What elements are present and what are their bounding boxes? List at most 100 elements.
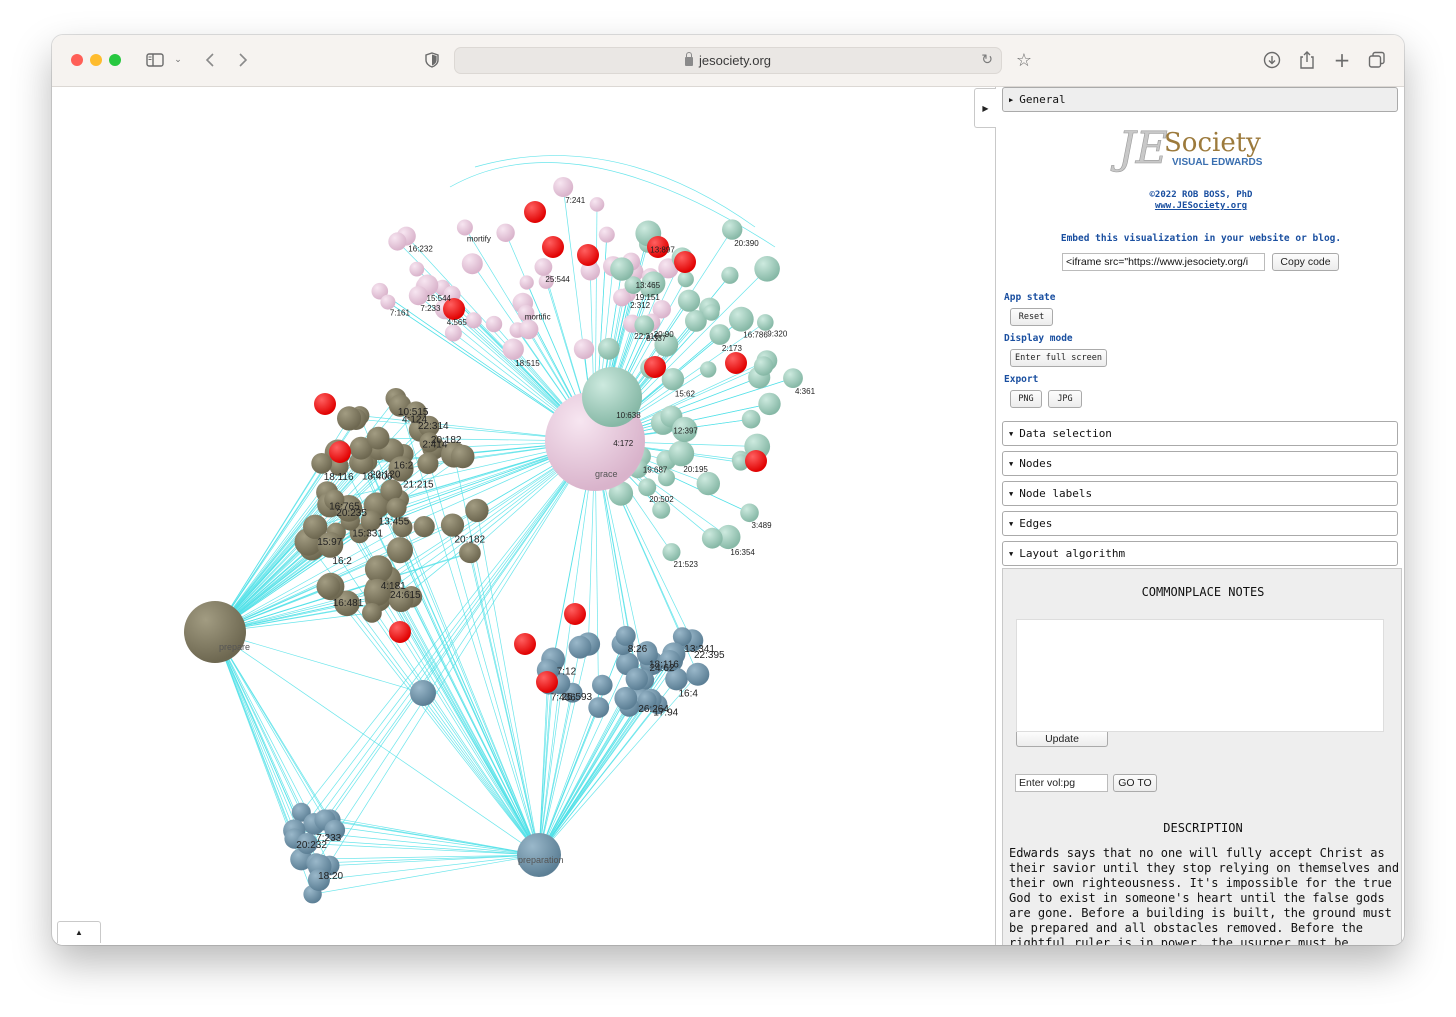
node-label: 4:361 bbox=[795, 387, 816, 396]
section-layout-algorithm[interactable]: ▼ Layout algorithm bbox=[1002, 541, 1398, 566]
bookmark-star-icon[interactable]: ☆ bbox=[1014, 48, 1034, 72]
node-label: 20:195 bbox=[683, 465, 708, 474]
goto-button[interactable]: GO TO bbox=[1113, 774, 1157, 792]
graph-node bbox=[662, 543, 681, 562]
graph-node bbox=[502, 338, 524, 360]
edge-layer bbox=[214, 155, 794, 895]
caret-down-icon: ▼ bbox=[1009, 429, 1014, 438]
graph-node bbox=[460, 543, 481, 564]
expand-bottom-button[interactable]: ▲ bbox=[57, 921, 101, 943]
graph-edge bbox=[324, 440, 596, 821]
graph-node bbox=[316, 574, 341, 599]
node-label: 19:151 bbox=[635, 293, 660, 302]
node-label: 9:320 bbox=[767, 330, 788, 339]
graph-node bbox=[728, 306, 754, 332]
graph-node bbox=[386, 537, 413, 564]
graph-node bbox=[364, 555, 393, 583]
graph-edge bbox=[538, 698, 652, 856]
node-label: 12:397 bbox=[673, 427, 698, 436]
forward-arrow-icon[interactable] bbox=[235, 48, 251, 72]
graph-node bbox=[758, 392, 781, 416]
svg-text:JE: JE bbox=[1110, 123, 1168, 174]
node-label: 25:544 bbox=[545, 275, 570, 284]
network-graph[interactable]: 13:465mortific22:31615:54416:2322:31220:… bbox=[55, 87, 996, 945]
close-window-button[interactable] bbox=[71, 54, 83, 66]
node-label: 16:786 bbox=[743, 331, 768, 340]
copy-code-button[interactable]: Copy code bbox=[1272, 253, 1339, 271]
svg-text:Society: Society bbox=[1164, 128, 1261, 158]
sidebar-toggle-icon[interactable] bbox=[144, 48, 166, 72]
highlighted-node bbox=[745, 450, 767, 472]
highlighted-node bbox=[314, 393, 336, 415]
zoom-window-button[interactable] bbox=[109, 54, 121, 66]
highlighted-node bbox=[644, 356, 666, 378]
highlighted-node bbox=[725, 352, 747, 374]
lock-icon bbox=[684, 52, 693, 66]
graph-node bbox=[700, 361, 717, 378]
new-tab-icon[interactable]: + bbox=[1332, 48, 1352, 72]
section-node-labels[interactable]: ▼ Node labels bbox=[1002, 481, 1398, 506]
export-jpg-button[interactable]: JPG bbox=[1048, 390, 1082, 408]
node-label: 4:181 bbox=[381, 581, 406, 592]
node-label: 13:341 bbox=[684, 644, 715, 655]
node-label: 16:481 bbox=[333, 598, 364, 609]
section-general[interactable]: ▶ General bbox=[1002, 87, 1398, 112]
minimize-window-button[interactable] bbox=[90, 54, 102, 66]
graph-edge bbox=[314, 823, 540, 856]
update-button[interactable]: Update bbox=[1016, 732, 1108, 747]
downloads-icon[interactable] bbox=[1262, 48, 1282, 72]
privacy-shield-icon[interactable] bbox=[424, 48, 440, 72]
graph-edge bbox=[214, 631, 315, 825]
graph-node bbox=[518, 319, 539, 340]
tab-overview-icon[interactable] bbox=[1367, 48, 1387, 72]
jesociety-logo: JE Society VISUAL EDWARDS bbox=[1108, 119, 1298, 179]
graph-node bbox=[696, 471, 720, 496]
vol-page-input[interactable]: Enter vol:pg bbox=[1015, 774, 1108, 792]
node-label: 8:337 bbox=[646, 334, 667, 343]
graph-edge bbox=[333, 499, 540, 856]
section-label: Edges bbox=[1019, 517, 1053, 530]
node-label: 15:544 bbox=[427, 294, 452, 303]
collapse-panel-button[interactable]: ▶ bbox=[974, 88, 996, 128]
reload-icon[interactable]: ↻ bbox=[981, 51, 993, 68]
node-label: 4:172 bbox=[613, 439, 634, 448]
graph-node bbox=[598, 226, 615, 243]
display-mode-label: Display mode bbox=[1004, 333, 1073, 344]
highlighted-node bbox=[536, 671, 558, 693]
address-bar[interactable]: jesociety.org ↻ bbox=[454, 47, 1002, 74]
section-nodes[interactable]: ▼ Nodes bbox=[1002, 451, 1398, 476]
graph-node bbox=[701, 527, 723, 549]
fullscreen-button[interactable]: Enter full screen bbox=[1010, 349, 1107, 367]
node-label: 7:241 bbox=[565, 196, 586, 205]
description-title: DESCRIPTION bbox=[1163, 821, 1243, 835]
node-label: 15:331 bbox=[352, 529, 383, 540]
node-label: 10:638 bbox=[616, 411, 641, 420]
chevron-down-icon[interactable]: ⌄ bbox=[172, 48, 184, 72]
back-arrow-icon[interactable] bbox=[202, 48, 218, 72]
graph-node bbox=[703, 304, 720, 321]
export-png-button[interactable]: PNG bbox=[1010, 390, 1042, 408]
notes-textarea[interactable] bbox=[1016, 619, 1384, 732]
node-label: 7:161 bbox=[390, 309, 411, 318]
embed-label: Embed this visualization in your website… bbox=[1060, 233, 1342, 244]
node-label: 20:182 bbox=[455, 535, 486, 546]
graph-node bbox=[465, 498, 489, 523]
highlighted-node bbox=[674, 251, 696, 273]
section-general-label: General bbox=[1019, 93, 1066, 106]
embed-code-field[interactable]: <iframe src="https://www.jesociety.org/i bbox=[1062, 253, 1265, 271]
node-label: 20:235 bbox=[336, 508, 367, 519]
section-edges[interactable]: ▼ Edges bbox=[1002, 511, 1398, 536]
site-link[interactable]: www.JESociety.org bbox=[998, 201, 1404, 211]
node-label: 15:62 bbox=[675, 390, 696, 399]
section-label: Nodes bbox=[1019, 457, 1053, 470]
share-icon[interactable] bbox=[1297, 48, 1317, 72]
graph-node bbox=[408, 286, 428, 306]
network-visualization[interactable]: 13:465 mortific 22:316 15:544 16:232 2:312 20:… bbox=[55, 87, 996, 945]
reset-button[interactable]: Reset bbox=[1010, 308, 1053, 326]
section-data-selection[interactable]: ▼ Data selection bbox=[1002, 421, 1398, 446]
graph-edge bbox=[538, 706, 630, 856]
graph-node bbox=[362, 603, 382, 623]
graph-edge bbox=[470, 553, 540, 856]
settings-panel: ▶ General JE Society VISUAL EDWARDS ©202… bbox=[998, 87, 1404, 945]
graph-node bbox=[573, 338, 595, 360]
